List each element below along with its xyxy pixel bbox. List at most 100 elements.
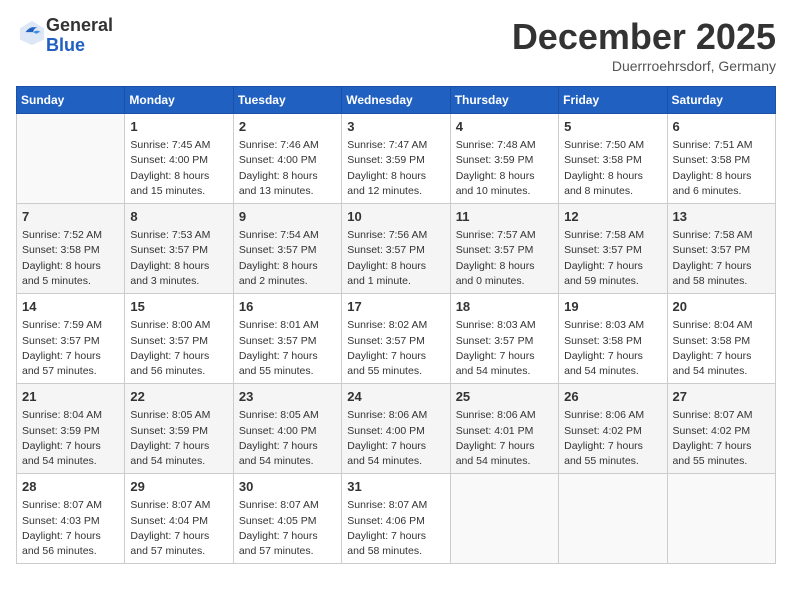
day-number: 15 — [130, 298, 227, 316]
day-number: 25 — [456, 388, 553, 406]
logo-general-text: General — [46, 16, 113, 36]
calendar-cell — [559, 474, 667, 564]
calendar-cell: 3 Sunrise: 7:47 AMSunset: 3:59 PMDaylight… — [342, 114, 450, 204]
cell-sun-info: Sunrise: 7:45 AMSunset: 4:00 PMDaylight:… — [130, 138, 227, 199]
day-number: 10 — [347, 208, 444, 226]
calendar-week-row: 14Sunrise: 7:59 AMSunset: 3:57 PMDayligh… — [17, 294, 776, 384]
logo: General Blue — [16, 16, 113, 56]
day-number: 29 — [130, 478, 227, 496]
calendar-cell — [17, 114, 125, 204]
calendar-cell: 1 Sunrise: 7:45 AMSunset: 4:00 PMDaylight… — [125, 114, 233, 204]
day-number: 21 — [22, 388, 119, 406]
cell-sun-info: Sunrise: 8:07 AMSunset: 4:02 PMDaylight:… — [673, 408, 770, 469]
calendar-cell: 21 Sunrise: 8:04 AMSunset: 3:59 PMDayligh… — [17, 384, 125, 474]
calendar-cell: 31Sunrise: 8:07 AMSunset: 4:06 PMDayligh… — [342, 474, 450, 564]
calendar-cell: 8Sunrise: 7:53 AMSunset: 3:57 PMDaylight… — [125, 204, 233, 294]
day-number: 26 — [564, 388, 661, 406]
day-number: 9 — [239, 208, 336, 226]
cell-sun-info: Sunrise: 7:46 AMSunset: 4:00 PMDaylight:… — [239, 138, 336, 199]
cell-sun-info: Sunrise: 8:02 AMSunset: 3:57 PMDaylight:… — [347, 318, 444, 379]
cell-sun-info: Sunrise: 7:51 AMSunset: 3:58 PMDaylight:… — [673, 138, 770, 199]
cell-sun-info: Sunrise: 7:52 AMSunset: 3:58 PMDaylight:… — [22, 228, 119, 289]
calendar-cell: 29 Sunrise: 8:07 AMSunset: 4:04 PMDayligh… — [125, 474, 233, 564]
day-number: 30 — [239, 478, 336, 496]
cell-sun-info: Sunrise: 8:04 AMSunset: 3:59 PMDaylight:… — [22, 408, 119, 469]
cell-sun-info: Sunrise: 7:50 AMSunset: 3:58 PMDaylight:… — [564, 138, 661, 199]
calendar-header-row: Sunday Monday Tuesday Wednesday Thursday… — [17, 87, 776, 114]
calendar-table: Sunday Monday Tuesday Wednesday Thursday… — [16, 86, 776, 564]
cell-sun-info: Sunrise: 7:57 AMSunset: 3:57 PMDaylight:… — [456, 228, 553, 289]
calendar-cell: 13Sunrise: 7:58 AMSunset: 3:57 PMDayligh… — [667, 204, 775, 294]
month-title: December 2025 — [512, 16, 776, 58]
day-number: 3 — [347, 118, 444, 136]
day-number: 8 — [130, 208, 227, 226]
title-block: December 2025 Duerrroehrsdorf, Germany — [512, 16, 776, 74]
cell-sun-info: Sunrise: 7:58 AMSunset: 3:57 PMDaylight:… — [564, 228, 661, 289]
day-number: 24 — [347, 388, 444, 406]
page-header: General Blue December 2025 Duerrroehrsdo… — [16, 16, 776, 74]
calendar-cell: 5 Sunrise: 7:50 AMSunset: 3:58 PMDaylight… — [559, 114, 667, 204]
calendar-cell: 25 Sunrise: 8:06 AMSunset: 4:01 PMDayligh… — [450, 384, 558, 474]
calendar-week-row: 28Sunrise: 8:07 AMSunset: 4:03 PMDayligh… — [17, 474, 776, 564]
calendar-cell: 17 Sunrise: 8:02 AMSunset: 3:57 PMDayligh… — [342, 294, 450, 384]
logo-blue-text: Blue — [46, 36, 113, 56]
cell-sun-info: Sunrise: 8:06 AMSunset: 4:00 PMDaylight:… — [347, 408, 444, 469]
cell-sun-info: Sunrise: 8:05 AMSunset: 4:00 PMDaylight:… — [239, 408, 336, 469]
day-number: 12 — [564, 208, 661, 226]
cell-sun-info: Sunrise: 8:01 AMSunset: 3:57 PMDaylight:… — [239, 318, 336, 379]
calendar-cell: 28Sunrise: 8:07 AMSunset: 4:03 PMDayligh… — [17, 474, 125, 564]
calendar-cell: 4 Sunrise: 7:48 AMSunset: 3:59 PMDaylight… — [450, 114, 558, 204]
calendar-cell: 10Sunrise: 7:56 AMSunset: 3:57 PMDayligh… — [342, 204, 450, 294]
day-number: 19 — [564, 298, 661, 316]
calendar-week-row: 7 Sunrise: 7:52 AMSunset: 3:58 PMDaylight… — [17, 204, 776, 294]
cell-sun-info: Sunrise: 7:48 AMSunset: 3:59 PMDaylight:… — [456, 138, 553, 199]
day-number: 16 — [239, 298, 336, 316]
calendar-cell: 12 Sunrise: 7:58 AMSunset: 3:57 PMDayligh… — [559, 204, 667, 294]
day-number: 7 — [22, 208, 119, 226]
day-number: 4 — [456, 118, 553, 136]
cell-sun-info: Sunrise: 8:05 AMSunset: 3:59 PMDaylight:… — [130, 408, 227, 469]
day-number: 13 — [673, 208, 770, 226]
col-thursday: Thursday — [450, 87, 558, 114]
calendar-cell: 27 Sunrise: 8:07 AMSunset: 4:02 PMDayligh… — [667, 384, 775, 474]
col-friday: Friday — [559, 87, 667, 114]
cell-sun-info: Sunrise: 8:07 AMSunset: 4:05 PMDaylight:… — [239, 498, 336, 559]
cell-sun-info: Sunrise: 7:54 AMSunset: 3:57 PMDaylight:… — [239, 228, 336, 289]
day-number: 11 — [456, 208, 553, 226]
day-number: 1 — [130, 118, 227, 136]
calendar-week-row: 1 Sunrise: 7:45 AMSunset: 4:00 PMDaylight… — [17, 114, 776, 204]
day-number: 22 — [130, 388, 227, 406]
day-number: 28 — [22, 478, 119, 496]
calendar-cell — [667, 474, 775, 564]
cell-sun-info: Sunrise: 8:06 AMSunset: 4:01 PMDaylight:… — [456, 408, 553, 469]
calendar-cell: 16 Sunrise: 8:01 AMSunset: 3:57 PMDayligh… — [233, 294, 341, 384]
day-number: 5 — [564, 118, 661, 136]
calendar-cell: 11 Sunrise: 7:57 AMSunset: 3:57 PMDayligh… — [450, 204, 558, 294]
calendar-cell: 9 Sunrise: 7:54 AMSunset: 3:57 PMDaylight… — [233, 204, 341, 294]
calendar-cell: 6 Sunrise: 7:51 AMSunset: 3:58 PMDaylight… — [667, 114, 775, 204]
cell-sun-info: Sunrise: 8:07 AMSunset: 4:04 PMDaylight:… — [130, 498, 227, 559]
col-saturday: Saturday — [667, 87, 775, 114]
calendar-cell: 20Sunrise: 8:04 AMSunset: 3:58 PMDayligh… — [667, 294, 775, 384]
calendar-cell: 18Sunrise: 8:03 AMSunset: 3:57 PMDayligh… — [450, 294, 558, 384]
cell-sun-info: Sunrise: 8:03 AMSunset: 3:58 PMDaylight:… — [564, 318, 661, 379]
cell-sun-info: Sunrise: 8:06 AMSunset: 4:02 PMDaylight:… — [564, 408, 661, 469]
calendar-cell — [450, 474, 558, 564]
col-monday: Monday — [125, 87, 233, 114]
calendar-cell: 22 Sunrise: 8:05 AMSunset: 3:59 PMDayligh… — [125, 384, 233, 474]
location-subtitle: Duerrroehrsdorf, Germany — [512, 58, 776, 74]
calendar-cell: 23Sunrise: 8:05 AMSunset: 4:00 PMDayligh… — [233, 384, 341, 474]
cell-sun-info: Sunrise: 7:59 AMSunset: 3:57 PMDaylight:… — [22, 318, 119, 379]
col-tuesday: Tuesday — [233, 87, 341, 114]
calendar-cell: 15Sunrise: 8:00 AMSunset: 3:57 PMDayligh… — [125, 294, 233, 384]
calendar-week-row: 21 Sunrise: 8:04 AMSunset: 3:59 PMDayligh… — [17, 384, 776, 474]
calendar-cell: 26 Sunrise: 8:06 AMSunset: 4:02 PMDayligh… — [559, 384, 667, 474]
day-number: 6 — [673, 118, 770, 136]
day-number: 27 — [673, 388, 770, 406]
day-number: 2 — [239, 118, 336, 136]
col-sunday: Sunday — [17, 87, 125, 114]
cell-sun-info: Sunrise: 7:47 AMSunset: 3:59 PMDaylight:… — [347, 138, 444, 199]
day-number: 31 — [347, 478, 444, 496]
calendar-cell: 30 Sunrise: 8:07 AMSunset: 4:05 PMDayligh… — [233, 474, 341, 564]
day-number: 17 — [347, 298, 444, 316]
